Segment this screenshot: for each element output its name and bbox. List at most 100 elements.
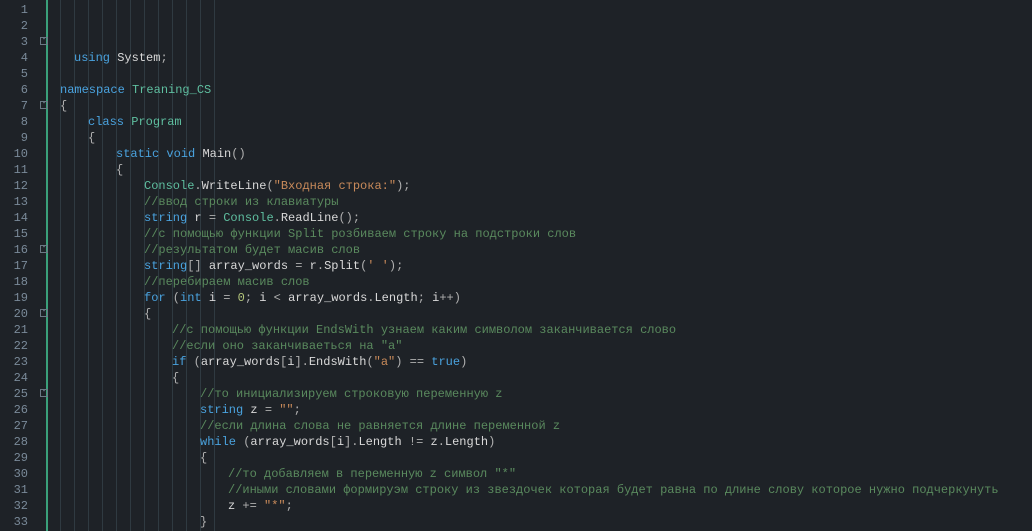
- line-number-gutter[interactable]: 1234567891011121314151617181920212223242…: [0, 0, 38, 531]
- line-number[interactable]: 26: [0, 402, 38, 418]
- token: while: [200, 435, 236, 449]
- code-line[interactable]: [38, 66, 1032, 82]
- line-number[interactable]: 18: [0, 274, 38, 290]
- code-line[interactable]: class Program: [38, 114, 1032, 130]
- line-number[interactable]: 4: [0, 50, 38, 66]
- token: System: [117, 51, 160, 65]
- code-line[interactable]: }: [38, 514, 1032, 530]
- code-line[interactable]: //перебираем масив слов: [38, 274, 1032, 290]
- token: ) ==: [395, 355, 431, 369]
- token: =: [216, 291, 238, 305]
- code-line[interactable]: //если оно заканчиваеться на "а": [38, 338, 1032, 354]
- line-number[interactable]: 23: [0, 354, 38, 370]
- fold-toggle-icon[interactable]: -: [40, 309, 48, 317]
- token: .: [194, 179, 201, 193]
- line-number[interactable]: 12: [0, 178, 38, 194]
- fold-toggle-icon[interactable]: -: [40, 389, 48, 397]
- code-line[interactable]: for (int i = 0; i < array_words.Length; …: [38, 290, 1032, 306]
- token: i: [209, 291, 216, 305]
- code-line[interactable]: //то инициализируем строковую переменную…: [38, 386, 1032, 402]
- line-number[interactable]: 6: [0, 82, 38, 98]
- line-number[interactable]: 30: [0, 466, 38, 482]
- token: string: [200, 403, 243, 417]
- code-line[interactable]: {: [38, 306, 1032, 322]
- code-editor[interactable]: 1234567891011121314151617181920212223242…: [0, 0, 1032, 531]
- token: ();: [338, 211, 360, 225]
- line-number[interactable]: 14: [0, 210, 38, 226]
- code-line[interactable]: //ввод строки из клавиатуры: [38, 194, 1032, 210]
- line-number[interactable]: 25: [0, 386, 38, 402]
- line-number[interactable]: 20: [0, 306, 38, 322]
- token: <: [266, 291, 288, 305]
- code-line[interactable]: //если длина слова не равняется длине пе…: [38, 418, 1032, 434]
- code-line[interactable]: {: [38, 130, 1032, 146]
- fold-toggle-icon[interactable]: -: [40, 101, 48, 109]
- code-line[interactable]: //с помощью функции Split розбиваем стро…: [38, 226, 1032, 242]
- token: {: [60, 99, 67, 113]
- code-line[interactable]: {: [38, 450, 1032, 466]
- code-line[interactable]: //результатом будет масив слов: [38, 242, 1032, 258]
- line-number[interactable]: 2: [0, 18, 38, 34]
- line-number[interactable]: 17: [0, 258, 38, 274]
- code-line[interactable]: while (array_words[i].Length != z.Length…: [38, 434, 1032, 450]
- code-line[interactable]: {: [38, 98, 1032, 114]
- token: Length: [374, 291, 417, 305]
- token: Console: [223, 211, 273, 225]
- line-number[interactable]: 27: [0, 418, 38, 434]
- line-number[interactable]: 28: [0, 434, 38, 450]
- line-number[interactable]: 7: [0, 98, 38, 114]
- line-number[interactable]: 32: [0, 498, 38, 514]
- line-number[interactable]: 3: [0, 34, 38, 50]
- line-number[interactable]: 5: [0, 66, 38, 82]
- token: {: [172, 371, 179, 385]
- line-number[interactable]: 22: [0, 338, 38, 354]
- token: z: [250, 403, 257, 417]
- code-line[interactable]: //то добавляем в переменную z символ "*": [38, 466, 1032, 482]
- line-number[interactable]: 8: [0, 114, 38, 130]
- line-number[interactable]: 13: [0, 194, 38, 210]
- token: (: [266, 179, 273, 193]
- code-line[interactable]: string z = "";: [38, 402, 1032, 418]
- line-number[interactable]: 33: [0, 514, 38, 530]
- line-number[interactable]: 15: [0, 226, 38, 242]
- line-number[interactable]: 1: [0, 2, 38, 18]
- token: (: [236, 435, 250, 449]
- token: );: [396, 179, 410, 193]
- token: //то добавляем в переменную z символ "*": [228, 467, 516, 481]
- token: (: [166, 291, 180, 305]
- code-line[interactable]: Console.WriteLine("Входная строка:");: [38, 178, 1032, 194]
- line-number[interactable]: 16: [0, 242, 38, 258]
- token: [202, 291, 209, 305]
- line-number[interactable]: 21: [0, 322, 38, 338]
- token: if: [172, 355, 186, 369]
- token: "*": [264, 499, 286, 513]
- code-line[interactable]: z += "*";: [38, 498, 1032, 514]
- token: ;: [245, 291, 259, 305]
- line-number[interactable]: 29: [0, 450, 38, 466]
- code-line[interactable]: //иными словами формируэм строку из звез…: [38, 482, 1032, 498]
- fold-toggle-icon[interactable]: -: [40, 37, 48, 45]
- code-line[interactable]: string[] array_words = r.Split(' ');: [38, 258, 1032, 274]
- code-line[interactable]: if (array_words[i].EndsWith("а") == true…: [38, 354, 1032, 370]
- token: void: [166, 147, 195, 161]
- line-number[interactable]: 11: [0, 162, 38, 178]
- code-line[interactable]: {: [38, 162, 1032, 178]
- line-number[interactable]: 9: [0, 130, 38, 146]
- code-line[interactable]: {: [38, 370, 1032, 386]
- fold-toggle-icon[interactable]: -: [40, 245, 48, 253]
- token: );: [389, 259, 403, 273]
- token: ].: [294, 355, 308, 369]
- token: !=: [402, 435, 431, 449]
- line-number[interactable]: 10: [0, 146, 38, 162]
- line-number[interactable]: 24: [0, 370, 38, 386]
- code-line[interactable]: //с помощью функции EndsWith узнаем каки…: [38, 322, 1032, 338]
- line-number[interactable]: 19: [0, 290, 38, 306]
- code-line[interactable]: static void Main(): [38, 146, 1032, 162]
- token: .: [317, 259, 324, 273]
- code-line[interactable]: string r = Console.ReadLine();: [38, 210, 1032, 226]
- code-area[interactable]: using System;namespace Treaning_CS{class…: [38, 0, 1032, 531]
- token: string: [144, 259, 187, 273]
- code-line[interactable]: namespace Treaning_CS: [38, 82, 1032, 98]
- code-line[interactable]: using System;: [38, 50, 1032, 66]
- line-number[interactable]: 31: [0, 482, 38, 498]
